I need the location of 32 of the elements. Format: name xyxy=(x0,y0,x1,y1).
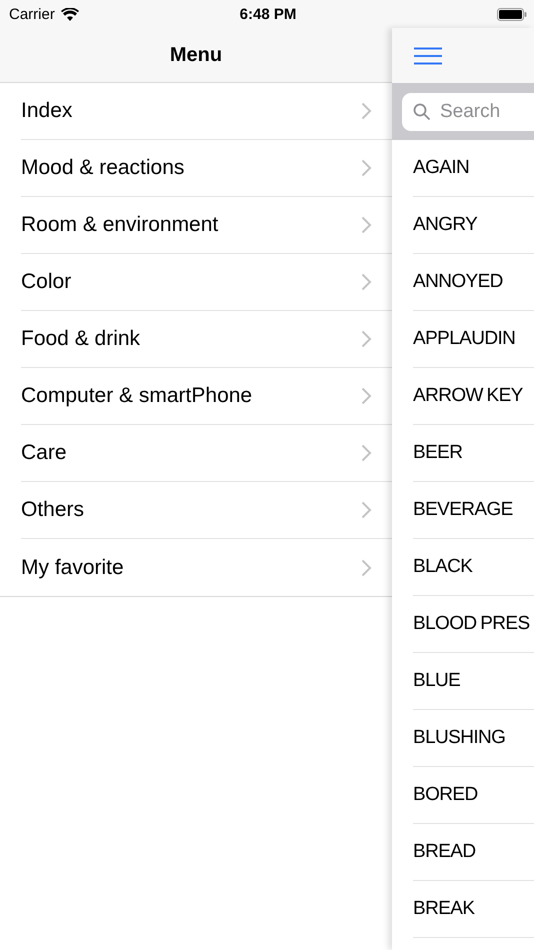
word-item[interactable]: ARROW KEY xyxy=(413,385,523,407)
word-item[interactable]: BREAD xyxy=(413,841,476,863)
menu-icon[interactable] xyxy=(414,46,442,64)
word-item[interactable]: BREAK xyxy=(413,898,474,920)
wifi-icon xyxy=(60,8,79,20)
battery-icon xyxy=(497,8,527,20)
chevron-icon xyxy=(361,444,372,462)
word-item[interactable]: APPLAUDIN xyxy=(413,328,516,350)
chevron-icon xyxy=(361,159,372,177)
word-item[interactable]: BLUSHING xyxy=(413,727,506,749)
chevron-icon xyxy=(361,387,372,405)
carrier-name: Carrier xyxy=(9,6,55,22)
chevron-icon xyxy=(361,330,372,348)
word-item[interactable]: BEVERAGE xyxy=(413,499,513,521)
menu-item[interactable]: My favorite xyxy=(21,539,392,596)
word-item[interactable]: ANNOYED xyxy=(413,271,503,293)
clock-time: 6:48 PM xyxy=(240,6,296,22)
word-item[interactable]: BEER xyxy=(413,442,462,464)
word-item[interactable]: ANGRY xyxy=(413,214,478,236)
chevron-icon xyxy=(361,558,372,576)
chevron-icon xyxy=(361,102,372,120)
chevron-icon xyxy=(361,216,372,234)
word-item[interactable]: BORED xyxy=(413,784,478,806)
chevron-icon xyxy=(361,501,372,519)
search-field[interactable]: Search xyxy=(402,92,534,130)
word-item[interactable]: AGAIN xyxy=(413,157,470,179)
chevron-icon xyxy=(361,273,372,291)
word-item[interactable]: BLUE xyxy=(413,670,460,692)
search-icon xyxy=(413,102,431,120)
word-item[interactable]: BLOOD PRES xyxy=(413,613,530,635)
word-item[interactable]: BLACK xyxy=(413,556,472,578)
menu-title: Menu xyxy=(170,44,222,66)
